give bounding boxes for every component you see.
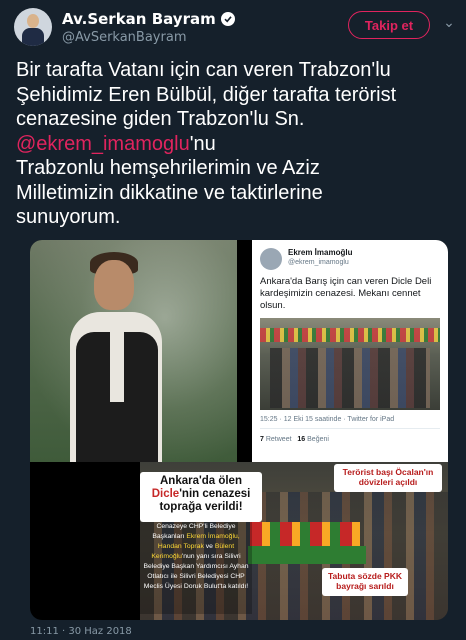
like-count: 16	[297, 436, 306, 443]
embedded-time: 15:25 · 12 Eki 15 saatinde · Twitter for…	[260, 416, 395, 423]
headline-line: Ankara'da ölen	[160, 475, 242, 487]
follow-button[interactable]: Takip et	[348, 11, 430, 39]
caption-name: Ekrem İmamoğlu,	[186, 533, 240, 540]
embedded-text: Ankara'da Barış için can veren Dicle Del…	[260, 276, 432, 311]
mention-suffix: 'nu	[189, 132, 216, 155]
headline-line: Dicle'nin cenazesi	[145, 488, 257, 501]
headline-box: Ankara'da ölen Dicle'nin cenazesi toprağ…	[140, 472, 262, 522]
user-handle[interactable]: @AvSerkanBayram	[62, 30, 186, 45]
embedded-photo	[260, 318, 440, 410]
chevron-down-icon[interactable]: ⌄	[440, 14, 458, 32]
caption-name: Handan Toprak	[157, 543, 204, 550]
divider	[260, 428, 440, 429]
display-name-row[interactable]: Av.Serkan Bayram	[62, 10, 235, 28]
avatar-face	[27, 14, 39, 28]
embedded-handle: @ekrem_imamoglu	[288, 259, 349, 266]
tweet-line: Trabzonlu hemşehrilerimin ve Aziz	[16, 157, 320, 179]
boy-head	[94, 260, 134, 310]
retweet-label: Retweet	[265, 436, 292, 443]
embedded-avatar	[260, 248, 282, 270]
display-name[interactable]: Av.Serkan Bayram	[62, 10, 216, 28]
avatar[interactable]	[14, 8, 52, 46]
tweet-header: Av.Serkan Bayram @AvSerkanBayram Takip e…	[0, 0, 466, 50]
caption-text: Cenazeye CHP'li Belediye Başkanları Ekre…	[140, 522, 252, 614]
headline-name: Dicle	[151, 488, 180, 500]
like-label: Beğeni	[307, 436, 329, 443]
headline-line: toprağa verildi!	[159, 501, 243, 513]
photo-boy[interactable]	[30, 240, 237, 462]
tweet-timestamp[interactable]: 11:11 · 30 Haz 2018	[30, 626, 132, 637]
annotation-box: Terörist başı Öcalan'ın dövizleri açıldı	[334, 464, 442, 492]
embedded-stats: 7 Retweet 16 Beğeni	[260, 436, 329, 443]
mention-link[interactable]: @ekrem_imamoglu	[16, 133, 190, 155]
tweet-line: Bir tarafta Vatanı için can veren Trabzo…	[16, 59, 391, 81]
wreaths	[260, 328, 440, 342]
annotation-box: Tabuta sözde PKK bayrağı sarıldı	[322, 568, 408, 596]
caption-part: ve	[205, 543, 213, 550]
tweet-line: Şehidimiz Eren Bülbül, diğer tarafta ter…	[16, 83, 397, 106]
avatar-suit	[22, 28, 44, 46]
tweet-line: Milletimizin dikkatine ve taktirlerine	[16, 181, 323, 204]
tweet-text: Bir tarafta Vatanı için can veren Trabzo…	[16, 58, 456, 230]
embedded-name: Ekrem İmamoğlu	[288, 248, 353, 257]
verified-badge-icon	[220, 12, 235, 26]
photo-funeral[interactable]: Ankara'da ölen Dicle'nin cenazesi toprağ…	[140, 462, 448, 620]
coffin	[248, 546, 366, 564]
crowd	[270, 348, 430, 408]
boy-shirt-front	[110, 332, 124, 402]
tweet-line: sunuyorum.	[16, 206, 121, 228]
retweet-count: 7	[260, 436, 264, 443]
tweet-line: cenazesine giden Trabzon'lu Sn.	[16, 108, 305, 130]
embedded-tweet-screenshot[interactable]: Ekrem İmamoğlu @ekrem_imamoglu Ankara'da…	[252, 240, 448, 462]
headline-suffix: 'nin cenazesi	[179, 488, 251, 500]
tweet-line-mention: @ekrem_imamoglu'nu	[16, 132, 456, 157]
flag-stripes	[250, 522, 360, 548]
tweet-media[interactable]: Ekrem İmamoğlu @ekrem_imamoglu Ankara'da…	[30, 240, 448, 620]
